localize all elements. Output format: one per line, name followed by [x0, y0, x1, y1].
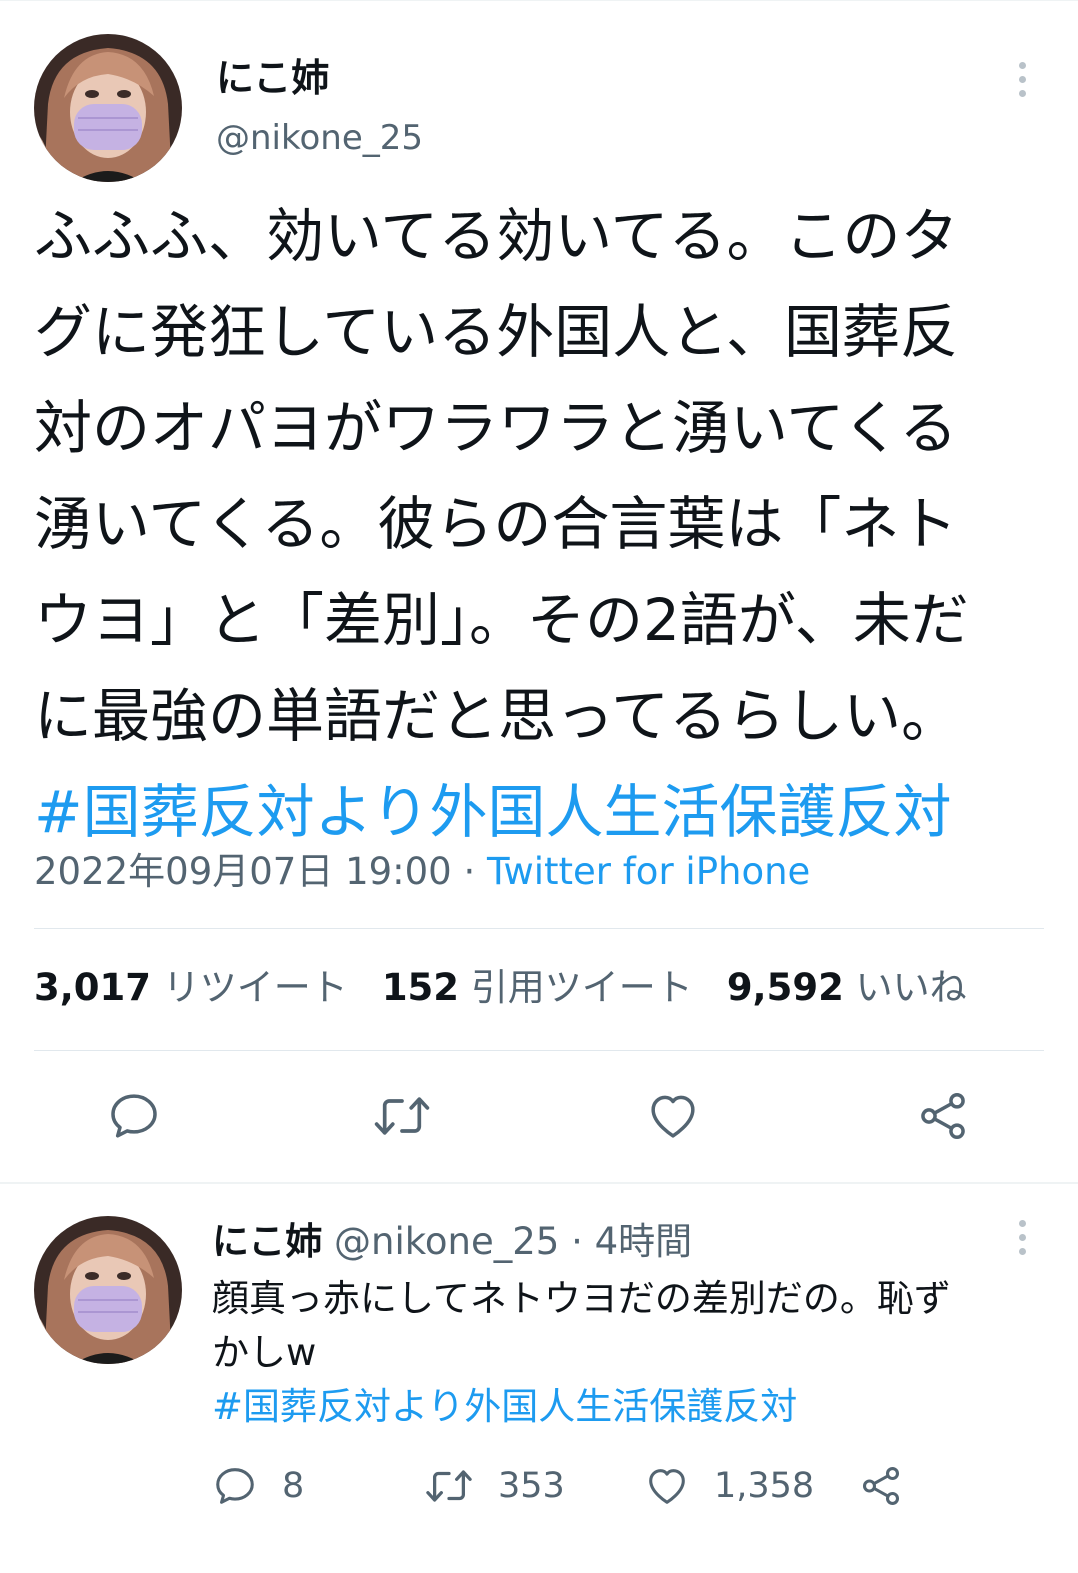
tweet-text-line: に最強の単語だと思ってるらしい。 [34, 682, 960, 750]
heart-icon [649, 1469, 685, 1504]
timestamp[interactable]: 2022年09月07日 19:00 [34, 850, 452, 893]
display-name[interactable]: にこ姉 [216, 54, 329, 102]
reply-text-line: 顔真っ赤にしてネトウヨだの差別だの。恥ず [212, 1277, 951, 1320]
reply-icon [111, 1094, 157, 1138]
reply-count: 8 [282, 1466, 305, 1506]
likes-label: いいね [855, 966, 967, 1009]
like-button[interactable] [645, 1088, 701, 1144]
tweet-text-line: ウヨ」と「差別」。その2語が、未だ [34, 586, 969, 654]
hashtag-link[interactable]: #国葬反対より外国人生活保護反対 [34, 764, 1064, 860]
reply-button[interactable]: 8 [212, 1462, 304, 1510]
source-link[interactable]: Twitter for iPhone [487, 850, 810, 893]
tweet-text-line: 対のオパヨがワラワラと湧いてくる [34, 394, 958, 462]
handle-and-time[interactable]: @nikone_25 · 4時間 [334, 1220, 692, 1263]
like-button[interactable]: 1,358 [644, 1462, 814, 1510]
tweet-meta: 2022年09月07日 19:00 · Twitter for iPhone [34, 848, 810, 896]
quotes-stat[interactable]: 152 引用ツイート [382, 966, 693, 1009]
retweets-label: リツイート [162, 966, 348, 1009]
more-vertical-icon[interactable] [1015, 62, 1029, 97]
likes-stat[interactable]: 9,592 いいね [727, 966, 967, 1009]
section-separator [0, 1182, 1078, 1184]
reply-icon [216, 1468, 254, 1504]
reply-header: にこ姉 @nikone_25 · 4時間 [212, 1218, 692, 1266]
divider [34, 928, 1044, 929]
reply-button[interactable] [106, 1088, 162, 1144]
quotes-label: 引用ツイート [470, 966, 693, 1009]
main-tweet: にこ姉 @nikone_25 ふふふ、効いてる効いてる。このタ グに発狂している… [0, 0, 1078, 1182]
avatar[interactable] [34, 34, 182, 182]
hashtag-link[interactable]: #国葬反対より外国人生活保護反対 [212, 1380, 1062, 1434]
reply-text: 顔真っ赤にしてネトウヨだの差別だの。恥ず かしw #国葬反対より外国人生活保護反… [212, 1272, 1062, 1434]
retweet-icon [374, 1097, 430, 1135]
likes-count: 9,592 [726, 966, 844, 1009]
display-name[interactable]: にこ姉 [212, 1220, 322, 1263]
tweet-text: ふふふ、効いてる効いてる。このタ グに発狂している外国人と、国葬反 対のオパヨが… [34, 188, 1064, 860]
heart-icon [651, 1095, 695, 1138]
tweet-text-line: ふふふ、効いてる効いてる。このタ [34, 202, 959, 270]
like-count: 1,358 [714, 1466, 815, 1506]
retweet-icon [426, 1470, 472, 1502]
retweet-button[interactable]: 353 [424, 1462, 565, 1510]
retweet-button[interactable] [372, 1088, 432, 1144]
avatar[interactable] [34, 1216, 182, 1364]
share-button[interactable] [915, 1088, 971, 1144]
meta-separator: · [451, 850, 488, 893]
retweets-count: 3,017 [34, 966, 152, 1009]
reply-text-line: かしw [212, 1331, 317, 1374]
tweet-text-line: グに発狂している外国人と、国葬反 [34, 298, 958, 366]
share-button[interactable] [858, 1462, 904, 1510]
retweet-count: 353 [498, 1466, 565, 1506]
more-vertical-icon[interactable] [1015, 1220, 1029, 1255]
tweet-text-line: 湧いてくる。彼らの合言葉は「ネト [34, 490, 958, 558]
engagement-stats: 3,017 リツイート 152 引用ツイート 9,592 いいね [34, 964, 967, 1012]
user-handle[interactable]: @nikone_25 [216, 116, 423, 160]
share-icon [921, 1093, 965, 1139]
quotes-count: 152 [381, 966, 460, 1009]
retweets-stat[interactable]: 3,017 リツイート [34, 966, 348, 1009]
divider [34, 1050, 1044, 1051]
share-icon [862, 1467, 900, 1505]
